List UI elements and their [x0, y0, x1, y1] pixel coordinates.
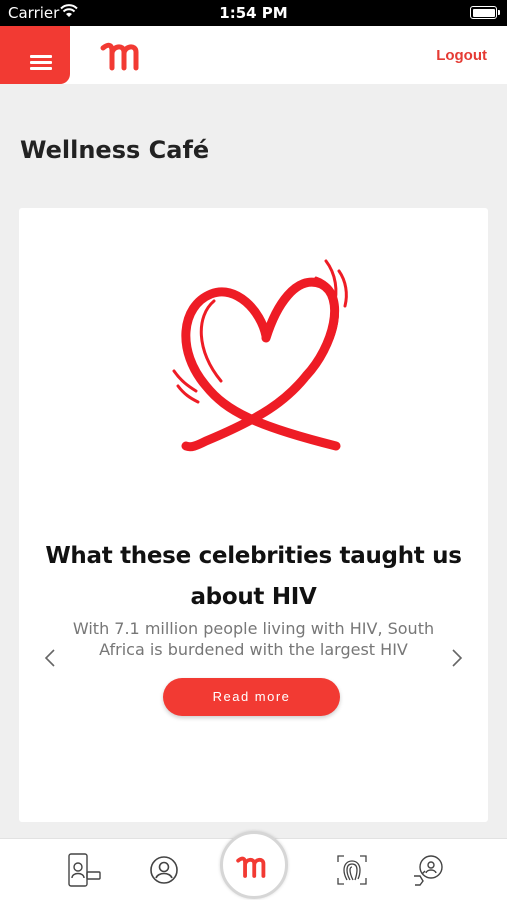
consultation-icon[interactable]	[411, 852, 447, 888]
app-header: Logout	[0, 26, 507, 84]
battery-icon	[470, 6, 500, 19]
chevron-right-icon[interactable]	[446, 648, 466, 668]
status-time: 1:54 PM	[219, 4, 288, 22]
profile-icon[interactable]	[146, 852, 182, 888]
brand-logo-icon	[236, 856, 266, 878]
logout-link[interactable]: Logout	[436, 47, 487, 64]
heart-ribbon-icon	[172, 259, 348, 452]
article-card: What these celebrities taught us about H…	[19, 208, 488, 822]
home-button[interactable]	[220, 831, 288, 899]
brand-logo-icon	[100, 42, 139, 71]
read-more-button[interactable]: Read more	[163, 678, 340, 716]
status-bar: Carrier 1:54 PM	[0, 0, 507, 26]
fingerprint-icon[interactable]	[334, 852, 370, 888]
phone-card-icon[interactable]	[66, 852, 102, 888]
page-title: Wellness Café	[20, 136, 210, 164]
bottom-nav	[0, 831, 507, 900]
menu-button[interactable]	[0, 26, 70, 84]
article-excerpt: With 7.1 million people living with HIV,…	[72, 619, 435, 659]
chevron-left-icon[interactable]	[41, 648, 61, 668]
article-title[interactable]: What these celebrities taught us about H…	[19, 536, 488, 618]
